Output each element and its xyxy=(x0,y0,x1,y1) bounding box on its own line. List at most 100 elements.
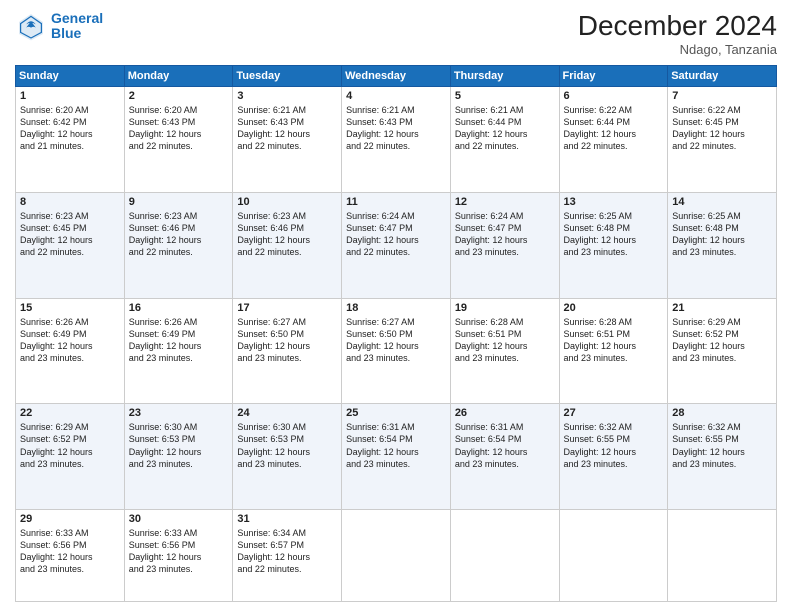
day-number: 7 xyxy=(672,90,772,102)
calendar-cell: 28 Sunrise: 6:32 AMSunset: 6:55 PMDayligh… xyxy=(668,404,777,510)
calendar-cell: 26Sunrise: 6:31 AMSunset: 6:54 PMDayligh… xyxy=(450,404,559,510)
header: General Blue December 2024 Ndago, Tanzan… xyxy=(15,10,777,57)
day-number: 4 xyxy=(346,90,446,102)
day-info: Sunrise: 6:27 AMSunset: 6:50 PMDaylight:… xyxy=(237,316,337,365)
day-number: 15 xyxy=(20,302,120,314)
day-info: Sunrise: 6:27 AMSunset: 6:50 PMDaylight:… xyxy=(346,316,446,365)
page: General Blue December 2024 Ndago, Tanzan… xyxy=(0,0,792,612)
calendar-cell: 27 Sunrise: 6:32 AMSunset: 6:55 PMDayligh… xyxy=(559,404,668,510)
day-info: Sunrise: 6:24 AMSunset: 6:47 PMDaylight:… xyxy=(346,210,446,259)
weekday-header-wednesday: Wednesday xyxy=(342,66,451,87)
calendar-cell: 17 Sunrise: 6:27 AMSunset: 6:50 PMDayligh… xyxy=(233,298,342,404)
calendar-cell: 21 Sunrise: 6:29 AMSunset: 6:52 PMDayligh… xyxy=(668,298,777,404)
weekday-header-tuesday: Tuesday xyxy=(233,66,342,87)
day-number: 28 xyxy=(672,407,772,419)
day-number: 19 xyxy=(455,302,555,314)
calendar-cell: 25Sunrise: 6:31 AMSunset: 6:54 PMDayligh… xyxy=(342,404,451,510)
day-info: Sunrise: 6:21 AMSunset: 6:43 PMDaylight:… xyxy=(237,104,337,153)
day-number: 18 xyxy=(346,302,446,314)
day-number: 29 xyxy=(20,513,120,525)
day-info: Sunrise: 6:29 AMSunset: 6:52 PMDaylight:… xyxy=(20,421,120,470)
calendar-cell: 13 Sunrise: 6:25 AMSunset: 6:48 PMDayligh… xyxy=(559,192,668,298)
day-number: 3 xyxy=(237,90,337,102)
day-info: Sunrise: 6:21 AMSunset: 6:43 PMDaylight:… xyxy=(346,104,446,153)
day-number: 2 xyxy=(129,90,229,102)
calendar-cell: 18 Sunrise: 6:27 AMSunset: 6:50 PMDayligh… xyxy=(342,298,451,404)
day-info: Sunrise: 6:20 AMSunset: 6:42 PMDaylight:… xyxy=(20,104,120,153)
week-row-1: 1 Sunrise: 6:20 AMSunset: 6:42 PMDaylight… xyxy=(16,87,777,193)
day-number: 30 xyxy=(129,513,229,525)
weekday-header-saturday: Saturday xyxy=(668,66,777,87)
weekday-header-sunday: Sunday xyxy=(16,66,125,87)
calendar-cell: 16 Sunrise: 6:26 AMSunset: 6:49 PMDayligh… xyxy=(124,298,233,404)
day-number: 6 xyxy=(564,90,664,102)
weekday-header-monday: Monday xyxy=(124,66,233,87)
calendar-cell: 23Sunrise: 6:30 AMSunset: 6:53 PMDayligh… xyxy=(124,404,233,510)
day-number: 9 xyxy=(129,196,229,208)
day-info: Sunrise: 6:23 AMSunset: 6:45 PMDaylight:… xyxy=(20,210,120,259)
day-info: Sunrise: 6:22 AMSunset: 6:44 PMDaylight:… xyxy=(564,104,664,153)
day-number: 26 xyxy=(455,407,555,419)
calendar-cell: 8 Sunrise: 6:23 AMSunset: 6:45 PMDaylight… xyxy=(16,192,125,298)
calendar-cell: 11 Sunrise: 6:24 AMSunset: 6:47 PMDayligh… xyxy=(342,192,451,298)
calendar-cell: 14 Sunrise: 6:25 AMSunset: 6:48 PMDayligh… xyxy=(668,192,777,298)
week-row-3: 15 Sunrise: 6:26 AMSunset: 6:49 PMDayligh… xyxy=(16,298,777,404)
day-number: 8 xyxy=(20,196,120,208)
day-info: Sunrise: 6:26 AMSunset: 6:49 PMDaylight:… xyxy=(129,316,229,365)
day-number: 1 xyxy=(20,90,120,102)
day-number: 12 xyxy=(455,196,555,208)
calendar-cell: 19 Sunrise: 6:28 AMSunset: 6:51 PMDayligh… xyxy=(450,298,559,404)
day-number: 11 xyxy=(346,196,446,208)
day-number: 16 xyxy=(129,302,229,314)
day-info: Sunrise: 6:23 AMSunset: 6:46 PMDaylight:… xyxy=(237,210,337,259)
day-number: 14 xyxy=(672,196,772,208)
logo-icon xyxy=(15,10,47,42)
day-info: Sunrise: 6:26 AMSunset: 6:49 PMDaylight:… xyxy=(20,316,120,365)
day-number: 25 xyxy=(346,407,446,419)
day-number: 24 xyxy=(237,407,337,419)
day-number: 20 xyxy=(564,302,664,314)
weekday-header-row: SundayMondayTuesdayWednesdayThursdayFrid… xyxy=(16,66,777,87)
day-info: Sunrise: 6:28 AMSunset: 6:51 PMDaylight:… xyxy=(564,316,664,365)
day-number: 22 xyxy=(20,407,120,419)
calendar-cell: 5Sunrise: 6:21 AMSunset: 6:44 PMDaylight… xyxy=(450,87,559,193)
calendar-cell xyxy=(559,510,668,602)
day-number: 21 xyxy=(672,302,772,314)
day-info: Sunrise: 6:20 AMSunset: 6:43 PMDaylight:… xyxy=(129,104,229,153)
calendar-cell xyxy=(342,510,451,602)
calendar-cell xyxy=(668,510,777,602)
calendar-cell: 7 Sunrise: 6:22 AMSunset: 6:45 PMDaylight… xyxy=(668,87,777,193)
day-info: Sunrise: 6:32 AMSunset: 6:55 PMDaylight:… xyxy=(672,421,772,470)
day-number: 23 xyxy=(129,407,229,419)
day-info: Sunrise: 6:29 AMSunset: 6:52 PMDaylight:… xyxy=(672,316,772,365)
calendar-cell: 20 Sunrise: 6:28 AMSunset: 6:51 PMDayligh… xyxy=(559,298,668,404)
day-info: Sunrise: 6:32 AMSunset: 6:55 PMDaylight:… xyxy=(564,421,664,470)
location: Ndago, Tanzania xyxy=(578,42,777,57)
calendar-cell: 12 Sunrise: 6:24 AMSunset: 6:47 PMDayligh… xyxy=(450,192,559,298)
calendar-cell xyxy=(450,510,559,602)
calendar-cell: 31Sunrise: 6:34 AMSunset: 6:57 PMDayligh… xyxy=(233,510,342,602)
day-info: Sunrise: 6:28 AMSunset: 6:51 PMDaylight:… xyxy=(455,316,555,365)
calendar-cell: 2 Sunrise: 6:20 AMSunset: 6:43 PMDaylight… xyxy=(124,87,233,193)
day-info: Sunrise: 6:33 AMSunset: 6:56 PMDaylight:… xyxy=(129,527,229,576)
day-info: Sunrise: 6:24 AMSunset: 6:47 PMDaylight:… xyxy=(455,210,555,259)
week-row-2: 8 Sunrise: 6:23 AMSunset: 6:45 PMDaylight… xyxy=(16,192,777,298)
day-info: Sunrise: 6:25 AMSunset: 6:48 PMDaylight:… xyxy=(672,210,772,259)
week-row-4: 22 Sunrise: 6:29 AMSunset: 6:52 PMDayligh… xyxy=(16,404,777,510)
calendar-cell: 3 Sunrise: 6:21 AMSunset: 6:43 PMDaylight… xyxy=(233,87,342,193)
day-info: Sunrise: 6:25 AMSunset: 6:48 PMDaylight:… xyxy=(564,210,664,259)
day-number: 13 xyxy=(564,196,664,208)
calendar-cell: 10Sunrise: 6:23 AMSunset: 6:46 PMDayligh… xyxy=(233,192,342,298)
day-number: 17 xyxy=(237,302,337,314)
calendar-cell: 6 Sunrise: 6:22 AMSunset: 6:44 PMDaylight… xyxy=(559,87,668,193)
week-row-5: 29 Sunrise: 6:33 AMSunset: 6:56 PMDayligh… xyxy=(16,510,777,602)
calendar-cell: 29Sunrise: 6:33 AMSunset: 6:56 PMDayligh… xyxy=(16,510,125,602)
calendar-cell: 4 Sunrise: 6:21 AMSunset: 6:43 PMDaylight… xyxy=(342,87,451,193)
calendar-cell: 24 Sunrise: 6:30 AMSunset: 6:53 PMDayligh… xyxy=(233,404,342,510)
calendar-cell: 9Sunrise: 6:23 AMSunset: 6:46 PMDaylight… xyxy=(124,192,233,298)
day-info: Sunrise: 6:22 AMSunset: 6:45 PMDaylight:… xyxy=(672,104,772,153)
logo-general: General xyxy=(51,10,103,26)
day-info: Sunrise: 6:30 AMSunset: 6:53 PMDaylight:… xyxy=(237,421,337,470)
calendar-table: SundayMondayTuesdayWednesdayThursdayFrid… xyxy=(15,65,777,602)
day-number: 27 xyxy=(564,407,664,419)
